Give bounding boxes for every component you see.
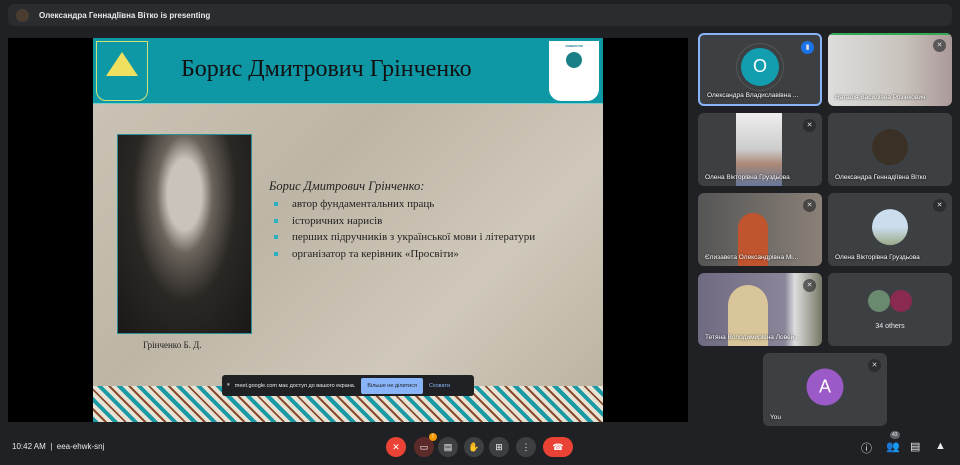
- avatar: O: [741, 47, 779, 86]
- captions-button[interactable]: ▤: [438, 437, 458, 457]
- slide-header: Борис Дмитрович Грінченко УНІВЕРСУМ: [93, 38, 603, 104]
- people-icon[interactable]: 👥 43: [886, 431, 900, 453]
- drag-handle-icon[interactable]: ⏸: [227, 382, 230, 389]
- chat-icon[interactable]: ▤: [910, 440, 920, 453]
- bio-item: організатор та керівник «Просвіти»: [269, 246, 535, 263]
- participant-tile[interactable]: ✕ Тетяна Володимирівна Ловей...: [698, 273, 822, 346]
- mic-off-icon: ✕: [803, 119, 816, 132]
- presenting-banner: Олександра ГеннадІївна Вітко is presenti…: [8, 4, 952, 26]
- leave-call-button[interactable]: ☎: [543, 437, 573, 457]
- participant-count-badge: 43: [890, 431, 900, 439]
- bio-item: перших підручників з української мови і …: [269, 229, 535, 246]
- warning-icon: !: [429, 433, 437, 441]
- share-message: meet.google.com має доступ до вашого екр…: [234, 382, 356, 389]
- mic-off-icon: ✕: [868, 359, 881, 372]
- participant-tile[interactable]: ✕ Єлизавета Олександрівна Мі...: [698, 193, 822, 266]
- participant-name: Олександра Владиславівна ...: [707, 92, 799, 99]
- participant-tile[interactable]: ✕ Олена Вікторівна Груздьова: [698, 113, 822, 186]
- portrait-caption: Грінченко Б. Д.: [143, 340, 202, 350]
- bio-heading: Борис Дмитрович Грінченко:: [269, 179, 425, 193]
- raise-hand-button[interactable]: ✋: [464, 437, 484, 457]
- bio-item: автор фундаментальних праць: [269, 196, 535, 213]
- info-icon[interactable]: ⓘ: [861, 440, 872, 456]
- more-options-button[interactable]: ⋮: [516, 437, 536, 457]
- presenter-avatar: [16, 8, 29, 22]
- slide-title: Борис Дмитрович Грінченко: [181, 56, 472, 82]
- speaking-icon: ▮: [801, 41, 814, 54]
- mic-off-icon: ✕: [803, 199, 816, 212]
- bottom-toolbar: 10:42 AM | eea-ehwk-snj ✕ ▭! ▤ ✋ ⊞ ⋮ ☎ ⓘ…: [0, 430, 960, 465]
- participant-tile[interactable]: ✕ Олена Вікторівна Груздьова: [828, 193, 952, 266]
- avatar: A: [806, 368, 844, 406]
- universum-logo: УНІВЕРСУМ: [549, 41, 599, 101]
- bullet-icon: [274, 218, 278, 223]
- mic-off-icon: ✕: [933, 199, 946, 212]
- presenting-text: Олександра ГеннадІївна Вітко is presenti…: [39, 10, 211, 20]
- avatar: [872, 208, 908, 245]
- participant-name: Наталія Василівна Розінкович: [835, 94, 926, 101]
- avatar: [868, 290, 890, 312]
- bio-item: історичних нарисів: [269, 213, 535, 230]
- university-logo: [96, 41, 148, 101]
- participant-name: You: [770, 414, 781, 421]
- participant-name: Єлизавета Олександрівна Мі...: [705, 254, 799, 261]
- bullet-icon: [274, 251, 278, 256]
- participant-name: Олена Вікторівна Груздьова: [705, 174, 790, 181]
- bullet-icon: [274, 202, 278, 207]
- bullet-icon: [274, 235, 278, 240]
- camera-off-button[interactable]: ▭!: [414, 433, 437, 457]
- hide-button[interactable]: Сховати: [429, 383, 450, 389]
- others-tile[interactable]: 34 others: [828, 273, 952, 346]
- meeting-info: 10:42 AM | eea-ehwk-snj: [12, 442, 105, 451]
- participant-name: Олена Вікторівна Груздьова: [835, 254, 920, 261]
- portrait-photo: [117, 134, 252, 334]
- self-tile[interactable]: A ✕ You: [763, 353, 887, 426]
- avatar: [872, 128, 908, 165]
- time: 10:42 AM: [12, 442, 46, 451]
- others-count: 34 others: [875, 323, 905, 330]
- participant-tile[interactable]: O ▮ Олександра Владиславівна ...: [698, 33, 822, 106]
- bio-text: Борис Дмитрович Грінченко: автор фундаме…: [269, 179, 535, 262]
- mic-off-icon: ✕: [803, 279, 816, 292]
- screen-share-bar: ⏸ meet.google.com має доступ до вашого е…: [222, 375, 474, 396]
- stop-sharing-button[interactable]: Більше не ділитися: [361, 377, 423, 394]
- participant-name: Олександра ГеннадІївна Вітко: [835, 174, 927, 181]
- meeting-code: eea-ehwk-snj: [56, 442, 105, 451]
- participant-tile[interactable]: ✕ Наталія Василівна Розінкович: [828, 33, 952, 106]
- participant-name: Тетяна Володимирівна Ловей...: [705, 334, 800, 341]
- slide: Борис Дмитрович Грінченко УНІВЕРСУМ Грін…: [93, 38, 603, 422]
- activities-icon[interactable]: ▲: [935, 440, 946, 452]
- participant-tile[interactable]: Олександра ГеннадІївна Вітко: [828, 113, 952, 186]
- present-button[interactable]: ⊞: [489, 437, 509, 457]
- presentation-stage: Борис Дмитрович Грінченко УНІВЕРСУМ Грін…: [8, 38, 688, 422]
- mic-off-button[interactable]: ✕: [386, 437, 406, 457]
- mic-off-icon: ✕: [933, 39, 946, 52]
- avatar: [890, 290, 912, 312]
